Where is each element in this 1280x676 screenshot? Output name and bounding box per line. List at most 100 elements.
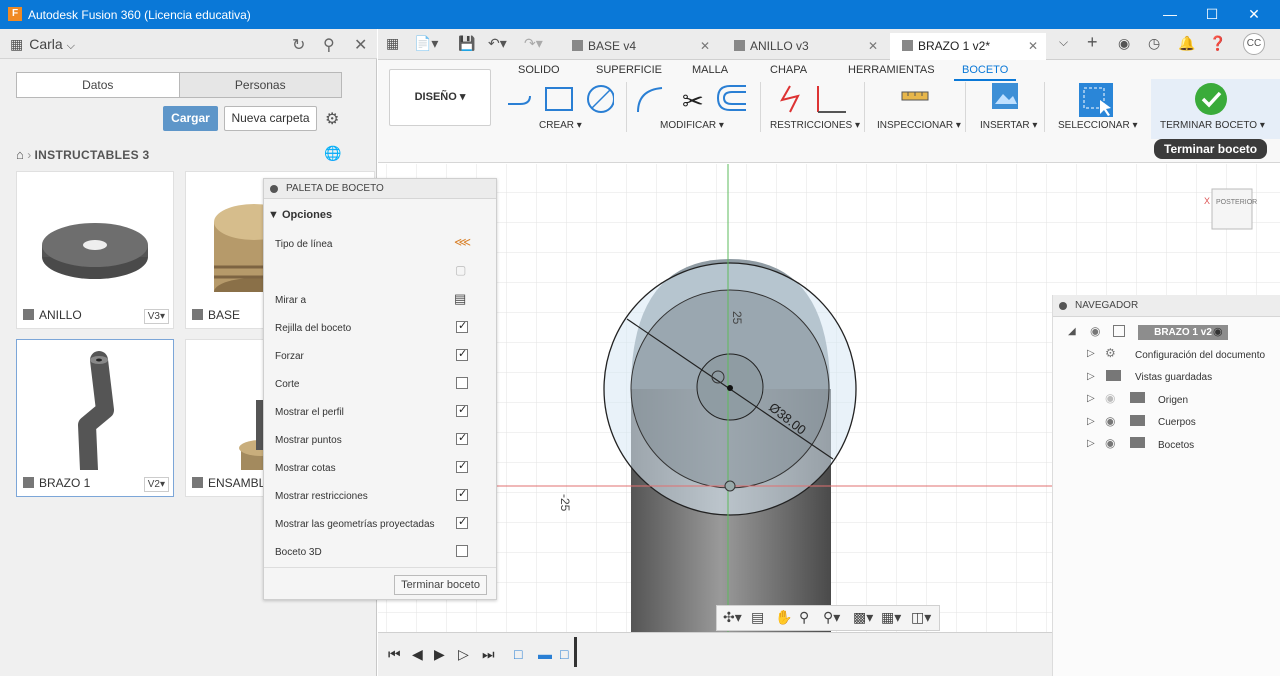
dimensions-checkbox[interactable]	[456, 459, 468, 473]
expand-icon[interactable]: ▷	[1087, 416, 1095, 427]
eye-icon[interactable]: ◉	[1090, 324, 1100, 338]
grid-settings-icon[interactable]: ▦▾	[881, 609, 901, 626]
file-card-anillo[interactable]: ANILLO V3▾	[16, 171, 174, 329]
timeline-marker[interactable]	[574, 637, 577, 667]
eye-icon[interactable]: ◉	[1105, 414, 1115, 428]
tab-anillo[interactable]: ANILLO v3 ✕	[722, 33, 886, 60]
play-icon[interactable]: ▶	[434, 646, 445, 663]
timeline-sketch-icon[interactable]: □	[514, 646, 522, 662]
navigator-header[interactable]: NAVEGADOR	[1053, 295, 1280, 317]
job-status-icon[interactable]: ◷	[1148, 35, 1160, 52]
close-tab-icon[interactable]: ✕	[868, 33, 878, 60]
grid-checkbox[interactable]	[456, 319, 468, 333]
tab-personas[interactable]: Personas	[178, 73, 341, 97]
dim-label-top[interactable]: 25	[730, 311, 744, 325]
display-settings-icon[interactable]: ▩▾	[853, 609, 873, 626]
expand-icon[interactable]: ▷	[1087, 371, 1095, 382]
viewports-icon[interactable]: ◫▾	[911, 609, 931, 626]
extensions-icon[interactable]: ◉	[1118, 35, 1130, 52]
tab-superficie[interactable]: SUPERFICIE	[596, 64, 662, 76]
dim-label-side[interactable]: -25	[558, 494, 572, 512]
step-forward-icon[interactable]: ▷	[458, 646, 469, 663]
tab-herramientas[interactable]: HERRAMIENTAS	[848, 64, 935, 76]
file-menu-icon[interactable]: 📄▾	[414, 35, 438, 52]
look-at-icon[interactable]: ▤	[751, 609, 764, 626]
globe-icon[interactable]: 🌐	[324, 145, 341, 162]
create-menu[interactable]: CREAR ▾	[539, 120, 582, 131]
inspect-menu[interactable]: INSPECCIONAR ▾	[877, 120, 961, 131]
expand-icon[interactable]: ▷	[1087, 393, 1095, 404]
navigator-item-sketches[interactable]: Bocetos	[1158, 440, 1194, 451]
go-to-end-icon[interactable]: ⏭	[482, 646, 495, 663]
activate-radio-icon[interactable]: ◉	[1213, 325, 1223, 338]
insert-menu[interactable]: INSERTAR ▾	[980, 120, 1037, 131]
look-at-icon[interactable]: ▤	[454, 291, 466, 307]
constraints-menu[interactable]: RESTRICCIONES ▾	[770, 120, 860, 131]
version-badge[interactable]: V3▾	[143, 309, 169, 324]
viewcube-icon[interactable]	[1211, 188, 1253, 230]
timeline-sketch-icon[interactable]: □	[560, 646, 568, 662]
navigator-item-origin[interactable]: Origen	[1158, 395, 1188, 406]
eye-icon[interactable]: ◉	[1105, 436, 1115, 450]
version-badge[interactable]: V2▾	[143, 477, 169, 492]
tab-datos[interactable]: Datos	[17, 73, 179, 97]
expand-icon[interactable]: ▷	[1087, 348, 1095, 359]
tab-overflow-icon[interactable]: ⌵	[1059, 35, 1068, 50]
tab-base[interactable]: BASE v4 ✕	[560, 33, 718, 60]
snap-checkbox[interactable]	[456, 347, 468, 361]
orbit-icon[interactable]: ✣▾	[723, 609, 742, 626]
points-checkbox[interactable]	[456, 431, 468, 445]
help-icon[interactable]: ❓	[1209, 35, 1226, 52]
new-tab-icon[interactable]: +	[1087, 32, 1098, 53]
user-selector[interactable]: ▦ Carla ⌵	[10, 36, 75, 53]
close-icon[interactable]: ✕	[1232, 0, 1276, 29]
profile-checkbox[interactable]	[456, 403, 468, 417]
select-menu[interactable]: SELECCIONAR ▾	[1058, 120, 1138, 131]
options-section[interactable]: ▼ Opciones	[268, 209, 332, 221]
search-icon[interactable]: ⚲	[323, 35, 335, 55]
close-tab-icon[interactable]: ✕	[1028, 33, 1038, 60]
zoom-icon[interactable]: ⚲	[799, 609, 809, 626]
save-icon[interactable]: 💾	[458, 35, 475, 52]
finish-sketch-menu[interactable]: TERMINAR BOCETO ▾	[1160, 120, 1265, 131]
modify-menu[interactable]: MODIFICAR ▾	[660, 120, 724, 131]
3d-sketch-checkbox[interactable]	[456, 545, 468, 557]
tab-brazo[interactable]: BRAZO 1 v2* ✕	[890, 33, 1046, 60]
upload-button[interactable]: Cargar	[163, 106, 218, 131]
minimize-icon[interactable]: —	[1148, 0, 1192, 29]
eye-hidden-icon[interactable]: ◉	[1105, 391, 1115, 405]
navigator-item-settings[interactable]: Configuración del documento	[1135, 350, 1265, 361]
finish-sketch-button[interactable]: Terminar boceto	[394, 575, 487, 595]
close-panel-icon[interactable]: ✕	[354, 35, 367, 55]
refresh-icon[interactable]: ↻	[292, 35, 305, 55]
navigator-item-views[interactable]: Vistas guardadas	[1135, 372, 1212, 383]
new-folder-button[interactable]: Nueva carpeta	[224, 106, 317, 131]
expand-icon[interactable]: ▷	[1087, 438, 1095, 449]
undo-icon[interactable]: ↶▾	[488, 35, 507, 52]
close-tab-icon[interactable]: ✕	[700, 33, 710, 60]
go-to-start-icon[interactable]: ⏮	[388, 646, 401, 663]
avatar[interactable]: CC	[1243, 33, 1265, 55]
breadcrumb-current[interactable]: INSTRUCTABLES 3	[35, 148, 150, 162]
timeline-extrude-icon[interactable]: ▬	[538, 646, 552, 662]
redo-icon[interactable]: ↷▾	[524, 35, 543, 52]
palette-header[interactable]: PALETA DE BOCETO	[264, 179, 496, 199]
fit-icon[interactable]: ⚲▾	[823, 609, 840, 626]
grid-menu-icon[interactable]: ▦	[386, 35, 399, 52]
notifications-icon[interactable]: 🔔	[1178, 35, 1195, 52]
tab-chapa[interactable]: CHAPA	[770, 64, 807, 76]
navigator-item-bodies[interactable]: Cuerpos	[1158, 417, 1196, 428]
constraints-checkbox[interactable]	[456, 487, 468, 501]
step-back-icon[interactable]: ◀	[412, 646, 423, 663]
tab-boceto[interactable]: BOCETO	[954, 64, 1017, 81]
maximize-icon[interactable]: ☐	[1190, 0, 1234, 29]
tab-solido[interactable]: SOLIDO	[518, 64, 560, 76]
tab-malla[interactable]: MALLA	[692, 64, 728, 76]
home-icon[interactable]: ⌂	[16, 147, 24, 162]
construction-line-icon[interactable]: ⋘	[454, 235, 471, 249]
projected-checkbox[interactable]	[456, 515, 468, 529]
slice-checkbox[interactable]	[456, 377, 468, 389]
centerline-icon[interactable]: ▢	[455, 263, 466, 277]
file-card-brazo[interactable]: BRAZO 1 V2▾	[16, 339, 174, 497]
pan-icon[interactable]: ✋	[775, 609, 792, 626]
